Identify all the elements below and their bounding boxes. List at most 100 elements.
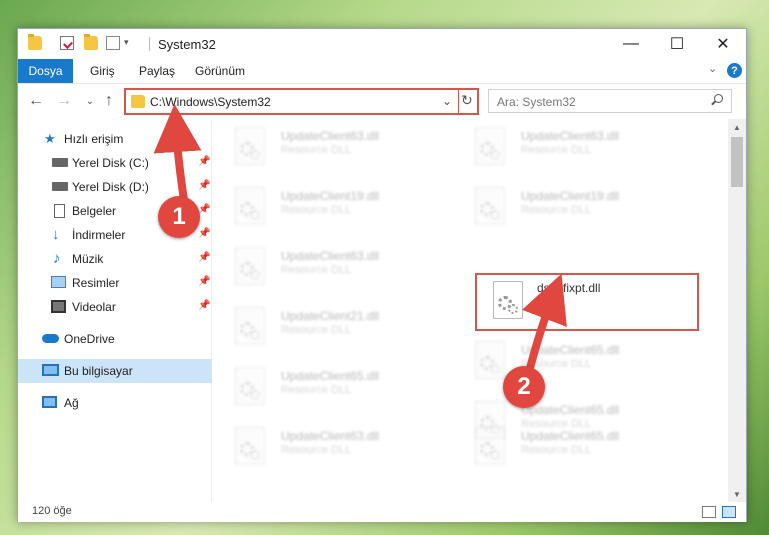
sidebar-item-label: Hızlı erişim	[64, 132, 124, 146]
tab-view[interactable]: Görünüm	[195, 64, 245, 78]
sidebar-item-label: Yerel Disk (D:)	[72, 180, 149, 194]
sidebar-item-label: Belgeler	[72, 204, 117, 218]
title-separator	[149, 37, 150, 51]
file-item[interactable]: UpdateClient19.dll Resource DLL	[213, 179, 433, 235]
scroll-up-icon[interactable]: ▲	[728, 119, 746, 135]
close-button[interactable]: ✕	[700, 29, 746, 59]
tab-share[interactable]: Paylaş	[139, 64, 175, 78]
large-icons-view-icon[interactable]	[722, 506, 736, 518]
sidebar-item-pictures[interactable]: Resimler 📌	[18, 271, 212, 295]
file-name: UpdateClient63.dll	[281, 249, 380, 263]
file-item[interactable]: UpdateClient65.dll Resource DLL	[453, 419, 673, 475]
pin-icon[interactable]: 📌	[198, 252, 210, 263]
file-description: Resource DLL	[521, 204, 592, 216]
cloud-icon	[42, 334, 59, 343]
pin-icon[interactable]: 📌	[198, 276, 210, 287]
file-description: Resource DLL	[281, 144, 352, 156]
file-name: UpdateClient65.dll	[521, 343, 620, 357]
customize-toolbar-chevron-icon[interactable]: ▾	[124, 37, 129, 48]
sidebar-item-label: OneDrive	[64, 332, 115, 346]
sidebar-item-label: Müzik	[72, 252, 104, 266]
pin-icon[interactable]: 📌	[198, 228, 210, 239]
address-bar[interactable]: C:\Windows\System32 ⌄ ↻	[124, 88, 479, 115]
sidebar-item-label: Yerel Disk (C:)	[72, 156, 149, 170]
file-item[interactable]: UpdateClient65.dll Resource DLL	[453, 333, 673, 389]
search-icon[interactable]	[711, 94, 723, 106]
file-item[interactable]: UpdateClient63.dll Resource DLL	[213, 419, 433, 475]
maximize-button[interactable]: ☐	[654, 29, 700, 59]
file-description: Resource DLL	[281, 384, 352, 396]
sidebar-item-network[interactable]: Ağ	[18, 391, 212, 415]
pictures-icon	[51, 276, 66, 288]
sidebar-item-this-pc[interactable]: Bu bilgisayar	[18, 359, 212, 383]
details-view-icon[interactable]	[702, 506, 716, 518]
sidebar-item-label: Resimler	[72, 276, 120, 290]
properties-icon[interactable]	[60, 36, 74, 50]
pin-icon[interactable]: 📌	[198, 180, 210, 191]
star-icon: ★	[44, 131, 56, 146]
sidebar-item-label: Videolar	[72, 300, 116, 314]
network-icon	[42, 396, 57, 408]
pin-icon[interactable]: 📌	[198, 300, 210, 311]
refresh-icon[interactable]: ↻	[461, 92, 473, 109]
file-item[interactable]: UpdateClient65.dll Resource DLL	[213, 359, 433, 415]
file-item[interactable]: UpdateClient19.dll Resource DLL	[453, 179, 673, 235]
sidebar-item-local-disk-c[interactable]: Yerel Disk (C:) 📌	[18, 151, 212, 175]
up-button[interactable]: ↑	[100, 92, 118, 110]
address-dropdown-icon[interactable]: ⌄	[442, 94, 452, 108]
computer-icon	[42, 364, 59, 376]
file-description: Resource DLL	[281, 264, 352, 276]
drive-icon	[52, 158, 68, 167]
file-item[interactable]: UpdateClient63.dll Resource DLL	[213, 119, 433, 175]
expand-ribbon-chevron-icon[interactable]: ⌄	[708, 62, 722, 76]
dll-file-icon	[235, 127, 265, 165]
file-item-dsp-fixpt[interactable]: dsp_fixpt.dll	[475, 273, 699, 331]
dll-file-icon	[475, 427, 505, 465]
dll-file-icon	[235, 307, 265, 345]
search-box[interactable]: Ara: System32	[488, 89, 732, 113]
pin-icon[interactable]: 📌	[198, 204, 210, 215]
back-button[interactable]: ←	[27, 92, 45, 110]
vertical-scrollbar[interactable]: ▲ ▼	[728, 119, 746, 502]
window-title: System32	[158, 37, 216, 52]
file-name: UpdateClient65.dll	[521, 429, 620, 443]
new-folder-icon[interactable]	[84, 34, 98, 50]
address-path[interactable]: C:\Windows\System32	[150, 95, 271, 109]
scroll-thumb[interactable]	[731, 137, 743, 187]
scroll-down-icon[interactable]: ▼	[728, 486, 746, 502]
dll-file-icon	[475, 187, 505, 225]
folder-icon[interactable]	[28, 34, 42, 50]
help-icon[interactable]: ?	[727, 63, 742, 78]
sidebar-item-music[interactable]: ♪ Müzik 📌	[18, 247, 212, 271]
dll-file-icon	[475, 341, 505, 379]
file-item[interactable]: UpdateClient63.dll Resource DLL	[213, 239, 433, 295]
ribbon-tabs: Dosya Giriş Paylaş Görünüm ⌄ ?	[18, 59, 746, 83]
file-description: Resource DLL	[281, 204, 352, 216]
forward-button[interactable]: →	[55, 92, 73, 110]
item-count: 120 öğe	[32, 505, 72, 517]
sidebar-item-onedrive[interactable]: OneDrive	[18, 327, 212, 351]
recent-locations-button[interactable]: ⌄	[81, 92, 99, 110]
navigation-bar: ← → ⌄ ↑ C:\Windows\System32 ⌄ ↻ Ara: Sys…	[18, 83, 746, 119]
file-name: UpdateClient63.dll	[521, 129, 620, 143]
minimize-button[interactable]: —	[608, 29, 654, 59]
folder-icon	[131, 95, 145, 108]
sidebar-item-quick-access[interactable]: ★ Hızlı erişim	[18, 127, 212, 151]
sidebar-item-videos[interactable]: Videolar 📌	[18, 295, 212, 319]
file-name: UpdateClient65.dll	[281, 369, 380, 383]
step-badge-2: 2	[503, 366, 545, 408]
view-options-icon[interactable]	[106, 36, 120, 50]
tab-home[interactable]: Giriş	[90, 64, 115, 78]
file-item[interactable]: UpdateClient21.dll Resource DLL	[213, 299, 433, 355]
dll-file-icon	[475, 127, 505, 165]
dll-file-icon	[235, 367, 265, 405]
address-separator	[458, 90, 459, 113]
search-input[interactable]: Ara: System32	[497, 95, 576, 109]
file-name: UpdateClient65.dll	[521, 403, 620, 417]
sidebar-item-label: İndirmeler	[72, 228, 126, 242]
pin-icon[interactable]: 📌	[198, 156, 210, 167]
explorer-window: ▾ System32 — ☐ ✕ Dosya Giriş Paylaş Görü…	[17, 28, 747, 522]
tab-file[interactable]: Dosya	[18, 59, 73, 83]
sidebar-item-label: Ağ	[64, 396, 79, 410]
file-item[interactable]: UpdateClient63.dll Resource DLL	[453, 119, 673, 175]
